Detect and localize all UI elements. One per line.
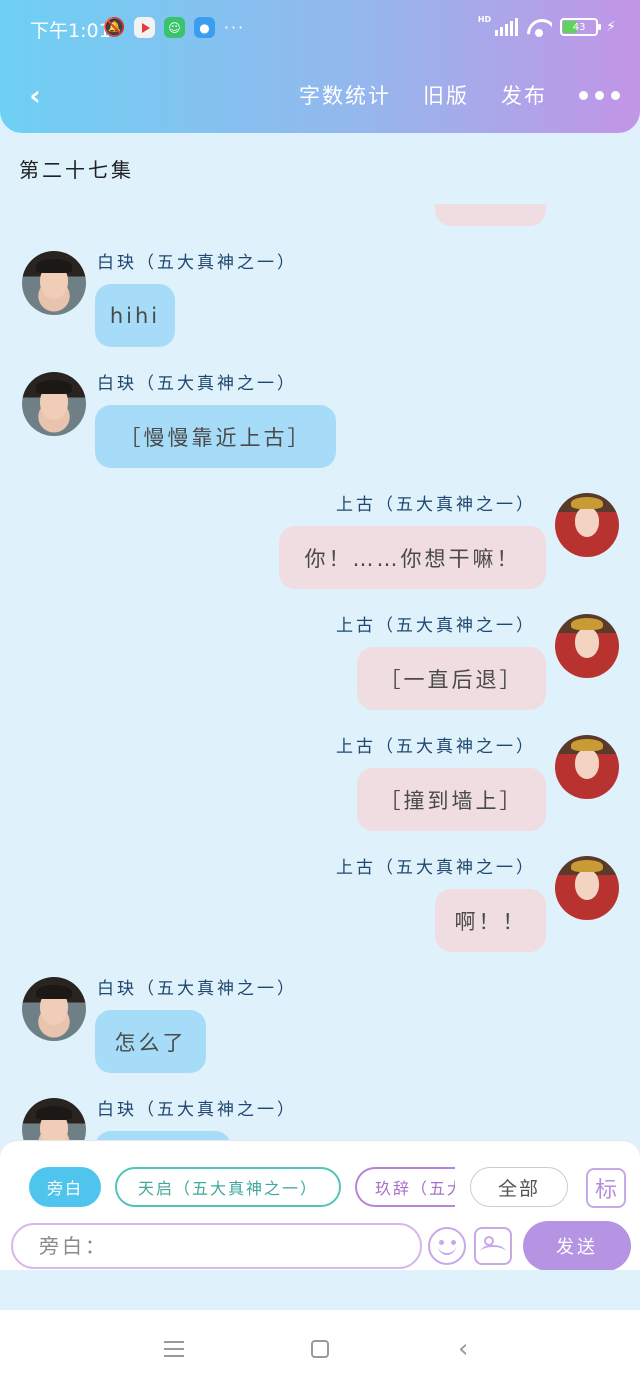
back-icon[interactable]: ‹ <box>18 78 52 112</box>
hd-indicator: HD <box>477 14 492 24</box>
sender-name: 上古（五大真神之一） <box>336 616 536 636</box>
sender-name: 白玦（五大真神之一） <box>97 253 297 273</box>
battery-icon: 43 <box>560 18 602 36</box>
header-actions: 字数统计 旧版 发布 <box>299 80 620 110</box>
sender-name: 上古（五大真神之一） <box>336 858 536 878</box>
avatar[interactable] <box>22 977 86 1041</box>
wifi-icon <box>526 17 552 37</box>
image-icon[interactable] <box>474 1227 512 1265</box>
signal-icon <box>495 18 519 36</box>
status-time: 下午1:01 <box>30 20 111 42</box>
status-bar: 下午1:01 🔕 ☺ ● ··· HD 43 ⚡ <box>0 14 640 44</box>
message-input[interactable] <box>11 1223 422 1269</box>
home-icon[interactable] <box>311 1340 329 1358</box>
episode-title: 第二十七集 <box>19 158 134 182</box>
message-bubble[interactable]: 啊！！ <box>435 889 546 952</box>
publish-button[interactable]: 发布 <box>501 80 547 110</box>
avatar[interactable] <box>555 735 619 799</box>
more-notifications-icon: ··· <box>223 18 246 37</box>
message-bubble[interactable]: ［慢慢靠近上古］ <box>95 405 336 468</box>
emoji-icon[interactable] <box>428 1227 466 1265</box>
chat-area[interactable]: 白玦（五大真神之一） hihi 白玦（五大真神之一） ［慢慢靠近上古］ 上古（五… <box>0 190 640 1140</box>
message-bubble[interactable]: hihi <box>95 284 175 347</box>
role-chip-tianqi[interactable]: 天启（五大真神之一） <box>115 1167 341 1207</box>
sender-name: 白玦（五大真神之一） <box>97 374 297 394</box>
sender-name: 上古（五大真神之一） <box>336 737 536 757</box>
notification-icons: 🔕 ☺ ● ··· <box>103 17 246 38</box>
charging-icon: ⚡ <box>606 19 616 35</box>
top-navigation: ‹ 字数统计 旧版 发布 <box>0 70 640 120</box>
system-navigation-bar: ‹ <box>0 1310 640 1387</box>
all-roles-button[interactable]: 全部 <box>470 1167 568 1207</box>
message-bubble[interactable]: 怎么了 <box>95 1010 206 1073</box>
message-app-icon: ● <box>194 17 215 38</box>
tag-button[interactable]: 标 <box>586 1168 626 1208</box>
avatar[interactable] <box>555 614 619 678</box>
compose-panel: 旁白 天启（五大真神之一） 玖辞（五大真神之一） 全部 标 发送 <box>0 1140 640 1271</box>
message-bubble[interactable]: ［撞到墙上］ <box>357 768 546 831</box>
role-chip-narration[interactable]: 旁白 <box>29 1167 101 1207</box>
send-button[interactable]: 发送 <box>523 1221 631 1271</box>
panel-spacer <box>0 1270 640 1310</box>
avatar[interactable] <box>22 1098 86 1140</box>
old-version-button[interactable]: 旧版 <box>423 80 469 110</box>
app-header: 下午1:01 🔕 ☺ ● ··· HD 43 ⚡ ‹ 字数统计 旧版 发布 <box>0 0 640 133</box>
avatar[interactable] <box>555 493 619 557</box>
sender-name: 白玦（五大真神之一） <box>97 979 297 999</box>
role-chip-jiuci[interactable]: 玖辞（五大真神之一） <box>355 1167 455 1207</box>
message-bubble[interactable] <box>95 1131 231 1140</box>
avatar[interactable] <box>22 251 86 315</box>
avatar[interactable] <box>555 856 619 920</box>
avatar[interactable] <box>22 372 86 436</box>
word-count-button[interactable]: 字数统计 <box>299 80 391 110</box>
more-options-icon[interactable] <box>579 90 620 100</box>
menu-icon[interactable] <box>164 1341 184 1357</box>
android-app-icon: ☺ <box>164 17 185 38</box>
video-app-icon <box>134 17 155 38</box>
mute-bell-icon: 🔕 <box>103 17 126 38</box>
message-bubble-partial <box>435 204 546 226</box>
system-status: HD 43 ⚡ <box>477 14 616 37</box>
system-back-icon[interactable]: ‹ <box>458 1336 468 1362</box>
role-selector: 旁白 天启（五大真神之一） 玖辞（五大真神之一） 全部 标 <box>0 1167 640 1209</box>
battery-level: 43 <box>572 21 586 33</box>
sender-name: 白玦（五大真神之一） <box>97 1100 297 1120</box>
message-bubble[interactable]: 你！……你想干嘛！ <box>279 526 546 589</box>
sender-name: 上古（五大真神之一） <box>336 495 536 515</box>
message-bubble[interactable]: ［一直后退］ <box>357 647 546 710</box>
input-row: 发送 <box>0 1221 640 1271</box>
